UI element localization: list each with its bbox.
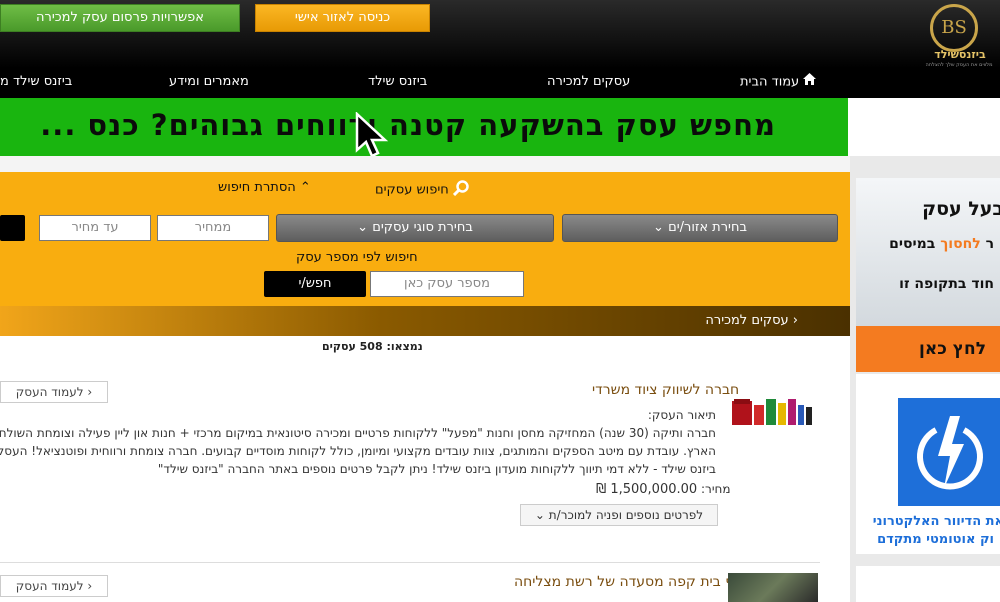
business-page-button-label: לעמוד העסק [15, 385, 84, 399]
breadcrumb: ‹ עסקים למכירה [0, 306, 850, 336]
price-label: מחיר: [701, 482, 731, 496]
description-line: ביזנס שילד - ללא דמי תיווך ללקוחות מועדו… [157, 462, 716, 476]
chevron-left-icon: ‹ [792, 313, 798, 328]
chevron-left-icon: ‹ [87, 385, 93, 399]
nav-item-business-shield-more[interactable]: ביזנס שילד מ [0, 68, 72, 98]
mouse-cursor-icon [355, 111, 391, 158]
search-icon [452, 180, 469, 200]
ad-line: את הדיוור האלקטרוני [872, 514, 1000, 529]
sidebar-ad-placeholder[interactable] [856, 566, 1000, 602]
nav-item-home[interactable]: עמוד הבית [740, 68, 817, 98]
more-details-button[interactable]: לפרטים נוספים ופניה למוכר/ת ⌄ [520, 504, 718, 526]
breadcrumb-item[interactable]: ‹ עסקים למכירה [705, 306, 798, 336]
business-page-button[interactable]: ‹ לעמוד העסק [0, 381, 108, 403]
nav-item-articles[interactable]: מאמרים ומידע [169, 68, 249, 98]
ad-line: וק אוטומטי מתקדם [877, 532, 994, 547]
nav-home-label: עמוד הבית [740, 74, 800, 90]
description-label: תיאור העסק: [647, 408, 716, 422]
listing-title[interactable]: סניף בית קפה מסעדה של רשת מצליחה [514, 574, 752, 590]
separator-strip [0, 156, 850, 172]
search-panel: חיפוש עסקים ⌃ הסתרת חיפוש בחירת אזור/ים … [0, 172, 850, 306]
business-number-input[interactable]: מספר עסק כאן [370, 271, 524, 297]
site-logo[interactable]: BS ביזנסשילד מלווים את העסק שלך להצלחה [918, 2, 1000, 68]
ad-cta-button[interactable]: לחץ כאן [856, 326, 1000, 372]
listing-title[interactable]: חברה לשיווק ציוד משרדי [592, 382, 739, 398]
logo-monogram: BS [930, 4, 978, 52]
top-header: אפשרויות פרסום עסק למכירה כניסה לאזור אי… [0, 0, 1000, 68]
listing-thumbnail[interactable] [730, 395, 814, 429]
breadcrumb-current-label: עסקים למכירה [705, 313, 789, 328]
search-business-label: חיפוש עסקים [375, 182, 449, 198]
chevron-down-icon: ⌄ [653, 220, 664, 235]
description-line: הארץ. עובדת עם מיטב הספקים והמותגים, צוו… [0, 444, 716, 458]
advertise-options-button[interactable]: אפשרויות פרסום עסק למכירה [0, 4, 240, 32]
search-number-button[interactable]: חפש/י [264, 271, 366, 297]
email-marketing-ad[interactable]: את הדיוור האלקטרוני וק אוטומטי מתקדם [856, 374, 1000, 554]
apply-search-button[interactable] [0, 215, 25, 241]
results-count: נמצאו: 508 עסקים [322, 340, 423, 353]
home-icon [803, 68, 817, 96]
price-value: 1,500,000.00 ₪ [596, 482, 698, 497]
price-from-input[interactable]: ממחיר [157, 215, 269, 241]
more-details-label: לפרטים נוספים ופניה למוכר/ת [548, 508, 704, 522]
price-to-input[interactable]: עד מחיר [39, 215, 151, 241]
ad-line: חוד בתקופה זו [899, 276, 994, 292]
promo-banner[interactable]: מחפש עסק בהשקעה קטנה ורווחים גבוהים? כנס… [0, 98, 848, 156]
business-type-select[interactable]: בחירת סוגי עסקים ⌄ [276, 214, 554, 242]
lightning-icon [898, 398, 1000, 506]
search-by-number-label: חיפוש לפי מספר עסק [296, 250, 418, 265]
promo-banner-text: מחפש עסק בהשקעה קטנה ורווחים גבוהים? כנס… [40, 108, 776, 142]
business-type-select-label: בחירת סוגי עסקים [372, 220, 473, 235]
tax-savings-ad[interactable]: בעל עסק ר לחסוך במיסים חוד בתקופה זו לחץ… [856, 178, 1000, 372]
personal-area-login-button[interactable]: כניסה לאזור אישי [255, 4, 430, 32]
chevron-down-icon: ⌄ [534, 508, 545, 522]
ad-line: ר לחסוך במיסים [889, 236, 994, 252]
ad-headline: בעל עסק [922, 198, 1000, 220]
region-select-label: בחירת אזור/ים [668, 220, 747, 235]
hide-search-label: הסתרת חיפוש [218, 180, 296, 195]
logo-name: ביזנסשילד [934, 48, 986, 61]
ad-line-highlight: לחסוך [940, 236, 981, 252]
business-page-button[interactable]: ‹ לעמוד העסק [0, 575, 108, 597]
hide-search-toggle[interactable]: ⌃ הסתרת חיפוש [218, 180, 311, 195]
chevron-down-icon: ⌄ [357, 220, 369, 235]
listing-price: מחיר: 1,500,000.00 ₪ [596, 482, 731, 497]
listing-description: חברה ותיקה (30 שנה) המחזיקה מחסן וחנות "… [0, 424, 716, 478]
business-page-button-label: לעמוד העסק [15, 579, 84, 593]
ad-line-prefix: ר [985, 236, 994, 252]
listing-divider [0, 562, 820, 563]
chevron-up-icon: ⌃ [299, 180, 311, 195]
listing-thumbnail[interactable] [728, 573, 818, 602]
search-business-toggle[interactable]: חיפוש עסקים [375, 180, 469, 200]
nav-item-business-shield[interactable]: ביזנס שילד [368, 68, 427, 98]
main-nav: עמוד הבית עסקים למכירה ביזנס שילד מאמרים… [0, 68, 1000, 98]
ad-line-suffix: במיסים [889, 236, 936, 252]
chevron-left-icon: ‹ [87, 579, 93, 593]
description-line: חברה ותיקה (30 שנה) המחזיקה מחסן וחנות "… [0, 426, 716, 440]
region-select[interactable]: בחירת אזור/ים ⌄ [562, 214, 838, 242]
nav-item-business-for-sale[interactable]: עסקים למכירה [547, 68, 630, 98]
